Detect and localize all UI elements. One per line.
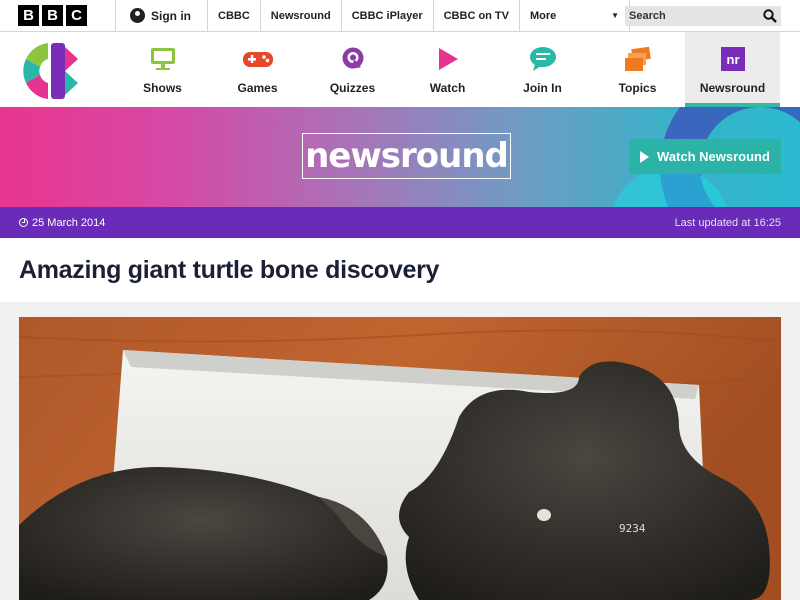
- cbbc-logo[interactable]: [18, 39, 82, 103]
- nav-label: Topics: [618, 81, 657, 95]
- chevron-down-icon: ▼: [611, 11, 619, 20]
- nav-item-quizzes[interactable]: Quizzes: [305, 32, 400, 107]
- specimen-number: 9234: [619, 522, 646, 535]
- quiz-icon: [342, 47, 363, 69]
- nav-item-shows[interactable]: Shows: [115, 32, 210, 107]
- stack-icon: [624, 46, 651, 71]
- signin-label: Sign in: [151, 8, 191, 23]
- nav-label: Watch: [429, 81, 466, 95]
- more-menu[interactable]: More ▼: [520, 0, 630, 32]
- play-icon: [640, 150, 650, 163]
- chat-icon: [529, 47, 556, 71]
- nav-label: Quizzes: [329, 81, 376, 95]
- article-date: 25 March 2014: [19, 217, 105, 229]
- watch-newsround-button[interactable]: Watch Newsround: [629, 139, 781, 174]
- gamepad-icon: [242, 52, 273, 67]
- watch-button-label: Watch Newsround: [657, 149, 770, 164]
- bbc-top-nav: CBBC Newsround CBBC iPlayer CBBC on TV M…: [208, 0, 630, 32]
- nav-item-games[interactable]: Games: [210, 32, 305, 107]
- topnav-link-newsround[interactable]: Newsround: [261, 0, 342, 32]
- article-date-bar: 25 March 2014 Last updated at 16:25: [0, 207, 800, 238]
- article-date-text: 25 March 2014: [32, 216, 106, 229]
- bbc-logo[interactable]: B B C: [18, 5, 87, 26]
- nav-label: Shows: [143, 81, 182, 95]
- cbbc-nav-items: Shows Games Quizzes Watch Join In Topics…: [115, 32, 780, 107]
- clock-icon: [19, 218, 28, 227]
- article-header: Amazing giant turtle bone discovery: [0, 238, 800, 302]
- signin-button[interactable]: Sign in: [115, 0, 208, 32]
- more-label: More: [530, 9, 557, 22]
- topnav-link-cbbc[interactable]: CBBC: [208, 0, 261, 32]
- last-updated: Last updated at 16:25: [674, 216, 781, 229]
- nav-item-join-in[interactable]: Join In: [495, 32, 590, 107]
- nav-label: Newsround: [699, 81, 766, 95]
- bbc-logo-letter: B: [42, 5, 63, 26]
- topnav-link-cbbc-on-tv[interactable]: CBBC on TV: [434, 0, 520, 32]
- nav-label: Games: [237, 81, 278, 95]
- article-photo: 9234: [19, 317, 781, 600]
- newsround-logo[interactable]: newsround: [302, 133, 511, 179]
- nav-item-topics[interactable]: Topics: [590, 32, 685, 107]
- tv-icon: [150, 48, 175, 70]
- cbbc-nav-bar: Shows Games Quizzes Watch Join In Topics…: [0, 32, 800, 107]
- article-title: Amazing giant turtle bone discovery: [19, 255, 440, 284]
- bbc-logo-letter: C: [66, 5, 87, 26]
- nav-label: Join In: [523, 81, 562, 95]
- nav-item-watch[interactable]: Watch: [400, 32, 495, 107]
- nav-item-newsround[interactable]: nr Newsround: [685, 32, 780, 107]
- svg-text:nr: nr: [726, 52, 739, 67]
- bbc-top-bar: B B C Sign in CBBC Newsround CBBC iPlaye…: [0, 0, 800, 32]
- newsround-icon: nr: [720, 47, 745, 71]
- bbc-logo-letter: B: [18, 5, 39, 26]
- search-input[interactable]: Search: [625, 6, 781, 26]
- user-icon: [130, 8, 145, 23]
- play-icon: [438, 48, 458, 70]
- newsround-logo-text: newsround: [305, 136, 509, 176]
- topnav-link-cbbc-iplayer[interactable]: CBBC iPlayer: [342, 0, 434, 32]
- search-icon[interactable]: [763, 9, 777, 23]
- newsround-banner: newsround Watch Newsround: [0, 107, 800, 207]
- search-placeholder: Search: [629, 10, 666, 22]
